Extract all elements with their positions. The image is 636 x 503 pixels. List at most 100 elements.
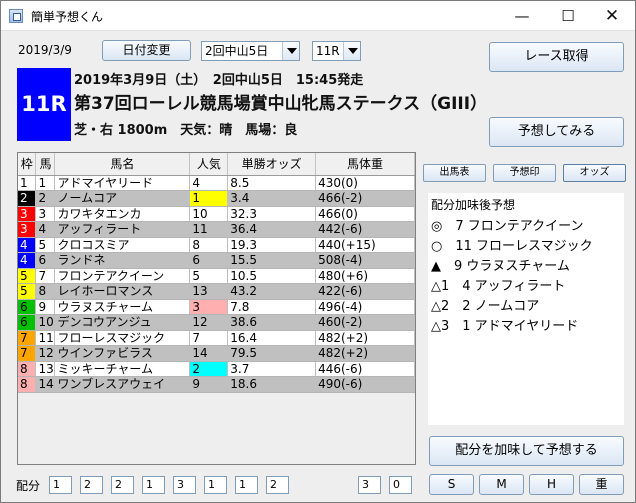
table-row[interactable]: 3 4 アッフィラート 11 36.4 442(-6) <box>18 221 415 238</box>
cell-popularity: 2 <box>189 361 229 377</box>
cell-waku: 5 <box>18 268 37 284</box>
col-header-uma[interactable]: 馬 <box>35 153 56 176</box>
chevron-down-icon[interactable] <box>282 42 299 60</box>
prediction-line: △2 2 ノームコア <box>431 299 540 314</box>
race-number-badge: 11R <box>17 68 71 141</box>
cell-popularity: 4 <box>189 175 229 191</box>
mode-h-button[interactable]: H <box>529 474 574 495</box>
meeting-select[interactable]: 2回中山5日 <box>201 41 300 61</box>
allocation-field[interactable]: 2 <box>266 476 289 494</box>
cell-weight: 430(0) <box>315 175 415 191</box>
cell-weight: 482(+2) <box>315 345 415 362</box>
cell-weight: 422(-6) <box>315 283 415 300</box>
allocation-field[interactable]: 2 <box>80 476 103 494</box>
cell-odds: 7.8 <box>227 299 317 315</box>
cell-waku: 6 <box>18 314 37 331</box>
table-row[interactable]: 1 1 アドマイヤリード 4 8.5 430(0) <box>18 175 415 191</box>
table-row[interactable]: 3 3 カワキタエンカ 10 32.3 466(0) <box>18 206 415 222</box>
cell-horse-name: フローレスマジック <box>54 330 191 346</box>
cell-popularity: 11 <box>189 221 229 238</box>
col-header-waku[interactable]: 枠 <box>18 153 37 176</box>
maximize-button[interactable]: ☐ <box>545 1 591 31</box>
apply-allocation-button[interactable]: 配分を加味して予想する <box>429 436 624 466</box>
title-bar: 簡単予想くん — ☐ ✕ <box>1 1 635 31</box>
horse-table[interactable]: 枠 馬 馬名 人気 単勝オッズ 馬体重 1 1 アドマイヤリード 4 8.5 430(0)… <box>17 152 416 465</box>
cell-popularity: 14 <box>189 345 229 362</box>
close-button[interactable]: ✕ <box>589 1 635 31</box>
window-title: 簡単予想くん <box>31 10 104 24</box>
table-row[interactable]: 5 8 レイホーロマンス 13 43.2 422(-6) <box>18 283 415 300</box>
cell-uma: 12 <box>35 345 56 362</box>
allocation-field[interactable]: 1 <box>235 476 258 494</box>
cell-horse-name: レイホーロマンス <box>54 283 191 300</box>
table-row[interactable]: 7 12 ウインファビラス 14 79.5 482(+2) <box>18 345 415 362</box>
change-date-button[interactable]: 日付変更 <box>102 40 191 61</box>
cell-popularity: 6 <box>189 252 229 269</box>
odds-button[interactable]: オッズ <box>563 164 626 182</box>
cell-weight: 508(-4) <box>315 252 415 269</box>
allocation-field[interactable]: 3 <box>173 476 196 494</box>
table-row[interactable]: 4 5 クロコスミア 8 19.3 440(+15) <box>18 237 415 253</box>
entry-table-button[interactable]: 出馬表 <box>423 164 486 182</box>
cell-waku: 8 <box>18 361 37 377</box>
cell-odds: 43.2 <box>227 283 317 300</box>
fetch-race-button[interactable]: レース取得 <box>489 42 624 72</box>
cell-horse-name: ウインファビラス <box>54 345 191 362</box>
cell-odds: 36.4 <box>227 221 317 238</box>
table-row[interactable]: 8 14 ワンブレスアウェイ 9 18.6 490(-6) <box>18 376 415 393</box>
mode-s-button[interactable]: S <box>429 474 474 495</box>
mode-heavy-button[interactable]: 重 <box>579 474 624 495</box>
app-icon <box>9 9 23 23</box>
allocation-label: 配分 <box>16 479 41 493</box>
marks-button[interactable]: 予想印 <box>493 164 556 182</box>
col-header-popularity[interactable]: 人気 <box>189 153 229 176</box>
race-select-value: 11R <box>316 44 340 58</box>
allocation-field[interactable]: 1 <box>49 476 72 494</box>
allocation-field[interactable]: 1 <box>204 476 227 494</box>
cell-waku: 7 <box>18 330 37 346</box>
col-header-name[interactable]: 馬名 <box>54 153 191 176</box>
table-row[interactable]: 5 7 フロンテアクイーン 5 10.5 480(+6) <box>18 268 415 284</box>
cell-uma: 9 <box>35 299 56 315</box>
cell-odds: 3.4 <box>227 190 317 207</box>
allocation-field[interactable]: 0 <box>389 476 412 494</box>
race-select[interactable]: 11R <box>312 41 361 61</box>
table-row[interactable]: 2 2 ノームコア 1 3.4 466(-2) <box>18 190 415 207</box>
allocation-field[interactable]: 2 <box>111 476 134 494</box>
predict-button[interactable]: 予想してみる <box>489 117 624 147</box>
cell-uma: 2 <box>35 190 56 207</box>
cell-waku: 3 <box>18 206 37 222</box>
cell-waku: 6 <box>18 299 37 315</box>
cell-horse-name: ウラヌスチャーム <box>54 299 191 315</box>
cell-waku: 4 <box>18 237 37 253</box>
table-row[interactable]: 6 9 ウラヌスチャーム 3 7.8 496(-4) <box>18 299 415 315</box>
cell-waku: 4 <box>18 252 37 269</box>
table-row[interactable]: 6 10 デンコウアンジュ 12 38.6 460(-2) <box>18 314 415 331</box>
col-header-odds[interactable]: 単勝オッズ <box>227 153 317 176</box>
cell-waku: 3 <box>18 221 37 238</box>
cell-weight: 480(+6) <box>315 268 415 284</box>
table-row[interactable]: 7 11 フローレスマジック 7 16.4 482(+2) <box>18 330 415 346</box>
cell-horse-name: アドマイヤリード <box>54 175 191 191</box>
mode-m-button[interactable]: M <box>479 474 524 495</box>
cell-horse-name: フロンテアクイーン <box>54 268 191 284</box>
cell-uma: 4 <box>35 221 56 238</box>
chevron-down-icon[interactable] <box>343 42 360 60</box>
allocation-field[interactable]: 3 <box>358 476 381 494</box>
table-row[interactable]: 4 6 ランドネ 6 15.5 508(-4) <box>18 252 415 269</box>
cell-horse-name: デンコウアンジュ <box>54 314 191 331</box>
table-header-row: 枠 馬 馬名 人気 単勝オッズ 馬体重 <box>18 153 415 176</box>
allocation-field[interactable]: 1 <box>142 476 165 494</box>
table-row[interactable]: 8 13 ミッキーチャーム 2 3.7 446(-6) <box>18 361 415 377</box>
cell-popularity: 1 <box>189 190 229 207</box>
cell-weight: 466(-2) <box>315 190 415 207</box>
cell-horse-name: ミッキーチャーム <box>54 361 191 377</box>
cell-weight: 446(-6) <box>315 361 415 377</box>
cell-weight: 442(-6) <box>315 221 415 238</box>
race-condition: 芝・右 1800m 天気：晴 馬場：良 <box>74 123 298 138</box>
minimize-button[interactable]: — <box>499 1 545 31</box>
cell-weight: 460(-2) <box>315 314 415 331</box>
race-date-line: 2019年3月9日（土） 2回中山5日 15:45発走 <box>74 73 364 88</box>
col-header-weight[interactable]: 馬体重 <box>315 153 415 176</box>
cell-popularity: 12 <box>189 314 229 331</box>
